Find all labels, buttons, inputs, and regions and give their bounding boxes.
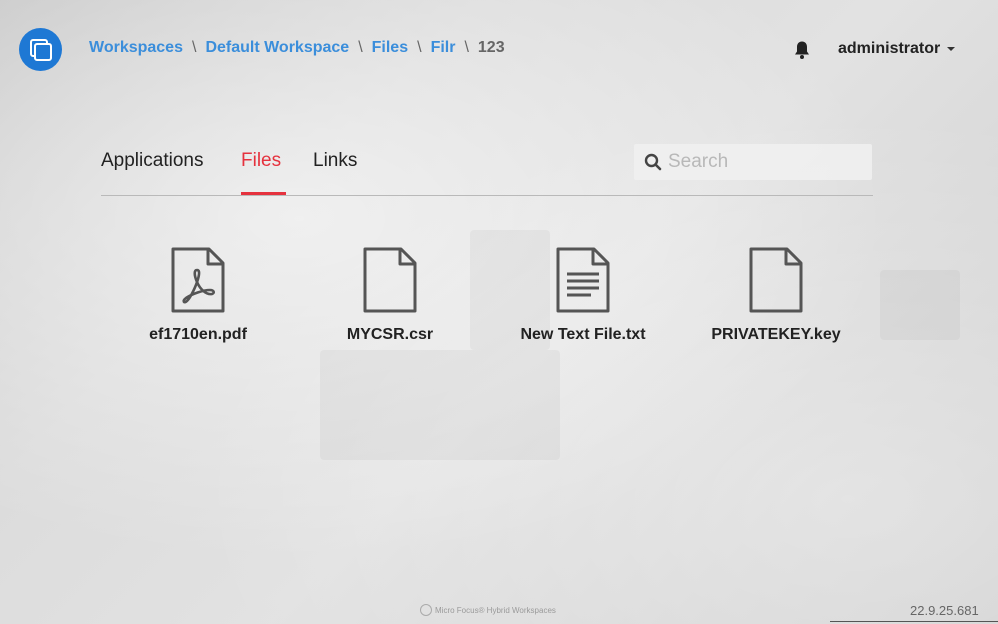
breadcrumb-separator: \ [464, 39, 469, 56]
breadcrumb-files[interactable]: Files [372, 39, 408, 57]
pdf-file-icon [171, 247, 225, 313]
app-logo-icon [29, 38, 52, 61]
search-input[interactable] [668, 144, 864, 180]
file-name: MYCSR.csr [346, 326, 434, 343]
tab-links[interactable]: Links [313, 150, 357, 172]
file-item[interactable]: PRIVATEKEY.key [681, 246, 871, 344]
brand-logo-icon [420, 604, 432, 616]
version-label: 22.9.25.681 [910, 603, 979, 618]
search-box [634, 144, 872, 180]
search-icon [644, 153, 662, 171]
background-decor [320, 350, 560, 460]
breadcrumb-current: 123 [477, 39, 505, 56]
file-name: ef1710en.pdf [149, 326, 247, 343]
breadcrumb-default-workspace[interactable]: Default Workspace [205, 39, 349, 57]
breadcrumb-filr[interactable]: Filr [431, 39, 456, 57]
breadcrumb-separator: \ [191, 39, 197, 56]
active-tab-indicator [241, 192, 286, 195]
divider [830, 621, 998, 622]
blank-file-icon [749, 247, 803, 313]
blank-file-icon [363, 247, 417, 313]
file-item[interactable]: MYCSR.csr [295, 246, 485, 344]
breadcrumb-separator: \ [358, 39, 363, 56]
chevron-down-icon [947, 47, 956, 51]
brand-text: Micro Focus® Hybrid Workspaces [435, 605, 556, 615]
user-menu[interactable]: administrator [838, 40, 956, 58]
tab-files[interactable]: Files [241, 150, 281, 172]
app-logo-button[interactable] [19, 28, 62, 71]
user-name: administrator [838, 40, 941, 57]
background-decor [880, 270, 960, 340]
file-name: PRIVATEKEY.key [711, 326, 841, 343]
breadcrumb-workspaces[interactable]: Workspaces [89, 39, 183, 57]
footer-brand: Micro Focus® Hybrid Workspaces [420, 604, 556, 616]
breadcrumb-separator: \ [417, 39, 422, 56]
file-item[interactable]: New Text File.txt [488, 246, 678, 344]
file-name: New Text File.txt [520, 326, 646, 343]
text-file-icon [556, 247, 610, 313]
bell-icon[interactable] [793, 40, 811, 60]
breadcrumb: Workspaces \ Default Workspace \ Files \… [89, 39, 505, 57]
file-item[interactable]: ef1710en.pdf [103, 246, 293, 344]
tab-applications[interactable]: Applications [101, 150, 203, 172]
